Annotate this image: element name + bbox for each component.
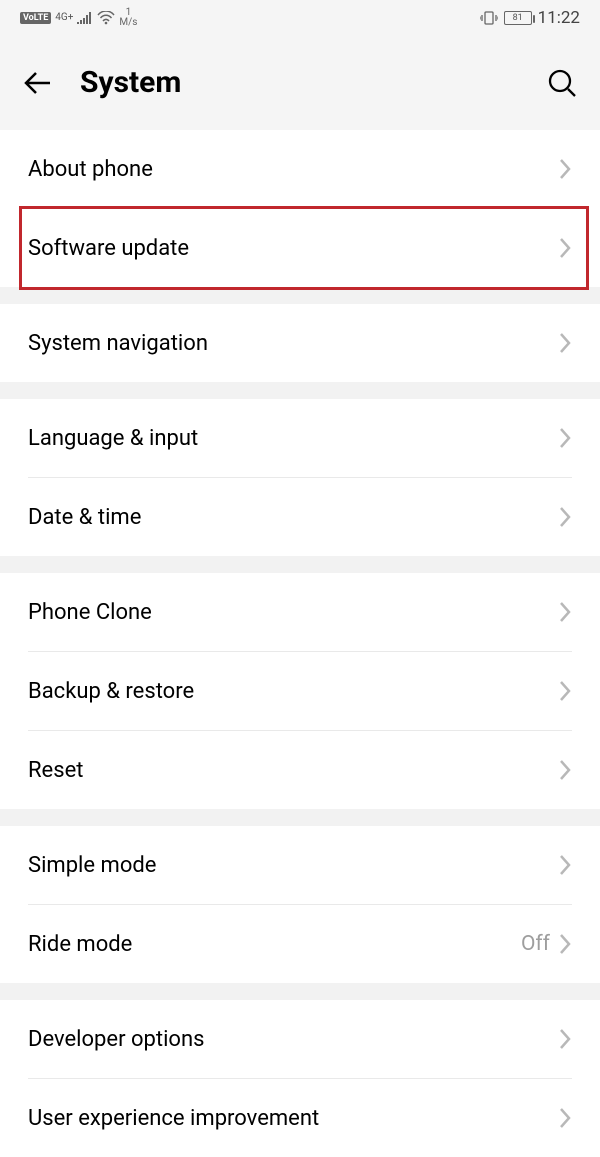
status-bar: VoLTE 4G+ 1 M/s 81 11:22	[0, 0, 600, 35]
settings-item-date-time[interactable]: Date & time	[0, 478, 600, 556]
chevron-right-icon	[558, 506, 572, 528]
item-label: Phone Clone	[28, 600, 152, 625]
clock: 11:22	[538, 8, 580, 28]
wifi-icon	[97, 11, 115, 25]
section-gap	[0, 287, 600, 304]
item-label: System navigation	[28, 331, 208, 356]
settings-item-simple-mode[interactable]: Simple mode	[0, 826, 600, 904]
settings-item-language-input[interactable]: Language & input	[0, 399, 600, 477]
vibrate-icon	[480, 11, 498, 25]
item-label: Reset	[28, 758, 83, 783]
item-label: Date & time	[28, 505, 141, 530]
chevron-right-icon	[558, 759, 572, 781]
chevron-right-icon	[558, 158, 572, 180]
section-gap	[0, 556, 600, 573]
section-gap	[0, 983, 600, 1000]
item-label: Language & input	[28, 426, 198, 451]
settings-item-about-phone[interactable]: About phone	[0, 130, 600, 208]
settings-item-backup-restore[interactable]: Backup & restore	[0, 652, 600, 730]
settings-item-system-navigation[interactable]: System navigation	[0, 304, 600, 382]
page-title: System	[80, 65, 520, 100]
item-label: Simple mode	[28, 853, 156, 878]
settings-item-reset[interactable]: Reset	[0, 731, 600, 809]
chevron-right-icon	[558, 933, 572, 955]
settings-item-developer-options[interactable]: Developer options	[0, 1000, 600, 1078]
network-speed: 1 M/s	[119, 8, 137, 28]
settings-item-user-experience-improvement[interactable]: User experience improvement	[0, 1079, 600, 1157]
settings-list: About phone Software update System navigat…	[0, 130, 600, 1157]
chevron-right-icon	[558, 332, 572, 354]
chevron-right-icon	[558, 237, 572, 259]
item-value: Off	[521, 932, 550, 956]
item-label: Ride mode	[28, 932, 132, 957]
settings-item-phone-clone[interactable]: Phone Clone	[0, 573, 600, 651]
section-gap	[0, 809, 600, 826]
chevron-right-icon	[558, 680, 572, 702]
header: System	[0, 35, 600, 130]
item-label: User experience improvement	[28, 1106, 319, 1131]
chevron-right-icon	[558, 854, 572, 876]
chevron-right-icon	[558, 1028, 572, 1050]
settings-item-ride-mode[interactable]: Ride mode Off	[0, 905, 600, 983]
back-arrow-icon[interactable]	[22, 67, 54, 99]
item-label: Developer options	[28, 1027, 204, 1052]
volte-badge: VoLTE	[20, 12, 51, 24]
section-gap	[0, 382, 600, 399]
signal-icon	[77, 12, 93, 24]
network-type: 4G+	[55, 13, 73, 23]
item-label: Software update	[28, 236, 189, 261]
chevron-right-icon	[558, 601, 572, 623]
search-icon[interactable]	[546, 67, 578, 99]
chevron-right-icon	[558, 427, 572, 449]
battery-icon: 81	[504, 11, 532, 25]
item-label: Backup & restore	[28, 679, 194, 704]
item-label: About phone	[28, 157, 153, 182]
settings-item-software-update[interactable]: Software update	[0, 209, 600, 287]
